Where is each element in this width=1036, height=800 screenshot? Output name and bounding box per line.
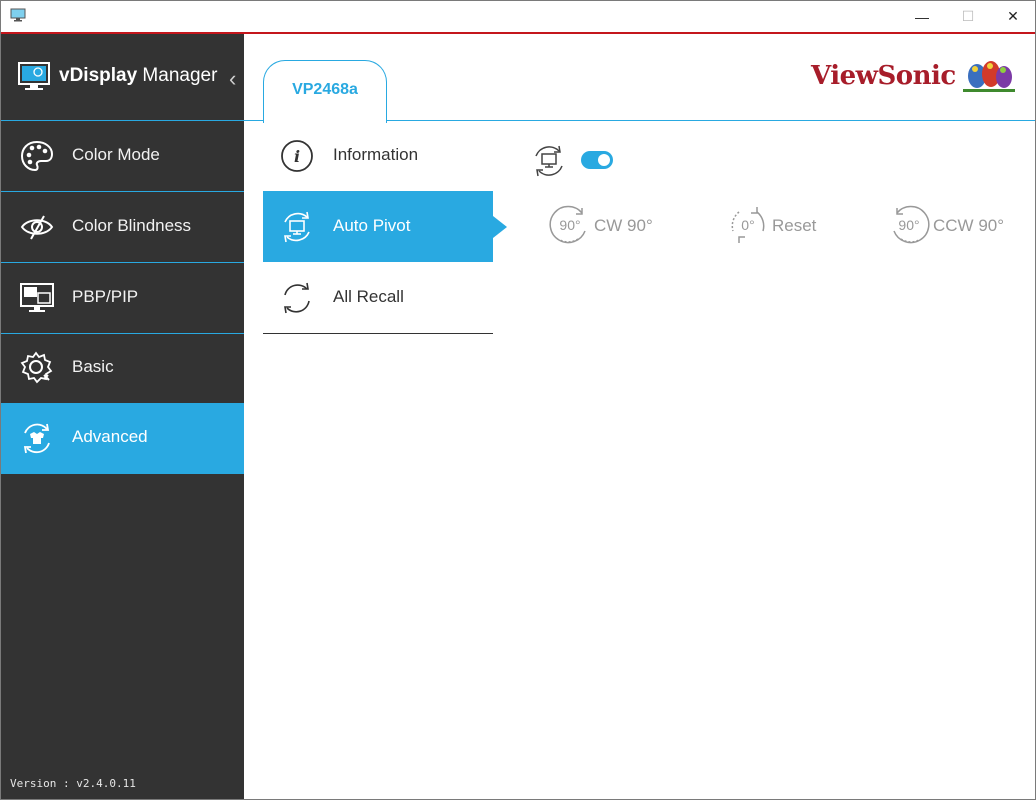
sidebar-item-label: Basic: [72, 357, 114, 376]
sidebar-item-label: Color Blindness: [72, 216, 192, 235]
submenu-item-all-recall[interactable]: All Recall: [263, 262, 493, 334]
svg-text:0°: 0°: [741, 217, 754, 233]
rotate-reset-icon: 0°: [731, 207, 765, 243]
info-icon: i: [281, 140, 313, 172]
pip-monitor-icon: [20, 283, 54, 312]
minimize-button[interactable]: —: [899, 1, 945, 32]
auto-pivot-status-icon: [535, 145, 563, 177]
rotate-cw-button[interactable]: 90° CW 90°: [549, 204, 659, 248]
submenu-item-information[interactable]: i Information: [263, 120, 493, 191]
sidebar-item-label: Color Mode: [72, 145, 160, 164]
submenu-item-label: All Recall: [333, 287, 404, 306]
birds-logo-icon: [963, 61, 1015, 92]
recall-icon: [284, 282, 310, 314]
submenu-item-auto-pivot[interactable]: Auto Pivot: [263, 191, 507, 262]
rotate-ccw-button[interactable]: 90° CCW 90°: [888, 204, 1013, 248]
gear-icon: [20, 351, 53, 384]
app-monitor-icon: [10, 8, 26, 22]
rotate-reset-button[interactable]: 0° Reset: [727, 204, 827, 248]
rotate-ccw-icon: 90°: [893, 205, 930, 244]
app-title: vDisplay Manager: [59, 65, 218, 86]
submenu-item-label: Auto Pivot: [333, 216, 411, 235]
tab-monitor[interactable]: VP2468a: [263, 60, 387, 123]
sidebar-item-label: Advanced: [72, 427, 148, 446]
sidebar: vDisplay Manager ‹ Color Mode Color Blin…: [1, 34, 258, 799]
sidebar-item-basic[interactable]: Basic: [1, 333, 244, 404]
advanced-icon: [23, 423, 50, 454]
version-label: Version : v2.4.0.11: [10, 777, 136, 790]
sidebar-item-advanced[interactable]: Advanced: [1, 403, 258, 474]
maximize-button[interactable]: ☐: [945, 1, 991, 32]
vdisplay-monitor-icon: [18, 62, 50, 90]
submenu-item-label: Information: [333, 145, 419, 164]
sidebar-item-color-blindness[interactable]: Color Blindness: [1, 192, 244, 263]
brand-header: vDisplay Manager ‹: [1, 34, 244, 121]
rotate-cw-icon: 90°: [549, 205, 586, 244]
auto-pivot-icon: [284, 211, 310, 243]
sidebar-item-pbp-pip[interactable]: PBP/PIP: [1, 263, 244, 334]
rotate-ccw-label: CCW 90°: [933, 216, 1005, 235]
rotate-reset-label: Reset: [772, 216, 817, 235]
app-window: — ☐ ✕ vDisplay Manager ‹ Color Mode Colo…: [0, 0, 1036, 800]
svg-text:90°: 90°: [559, 217, 580, 233]
auto-pivot-toggle[interactable]: [581, 151, 613, 169]
title-bar: — ☐ ✕: [1, 1, 1035, 34]
close-button[interactable]: ✕: [990, 1, 1036, 32]
palette-icon: [20, 140, 54, 172]
svg-text:i: i: [294, 147, 300, 166]
collapse-sidebar-button[interactable]: ‹: [229, 66, 236, 92]
main-panel: VP2468a ViewSonic i Information Auto Piv…: [244, 34, 1035, 799]
rotate-cw-label: CW 90°: [594, 216, 653, 235]
eye-icon: [20, 215, 54, 240]
toggle-knob: [598, 154, 610, 166]
sidebar-item-color-mode[interactable]: Color Mode: [1, 121, 244, 192]
svg-text:90°: 90°: [898, 217, 919, 233]
sidebar-item-label: PBP/PIP: [72, 287, 139, 306]
